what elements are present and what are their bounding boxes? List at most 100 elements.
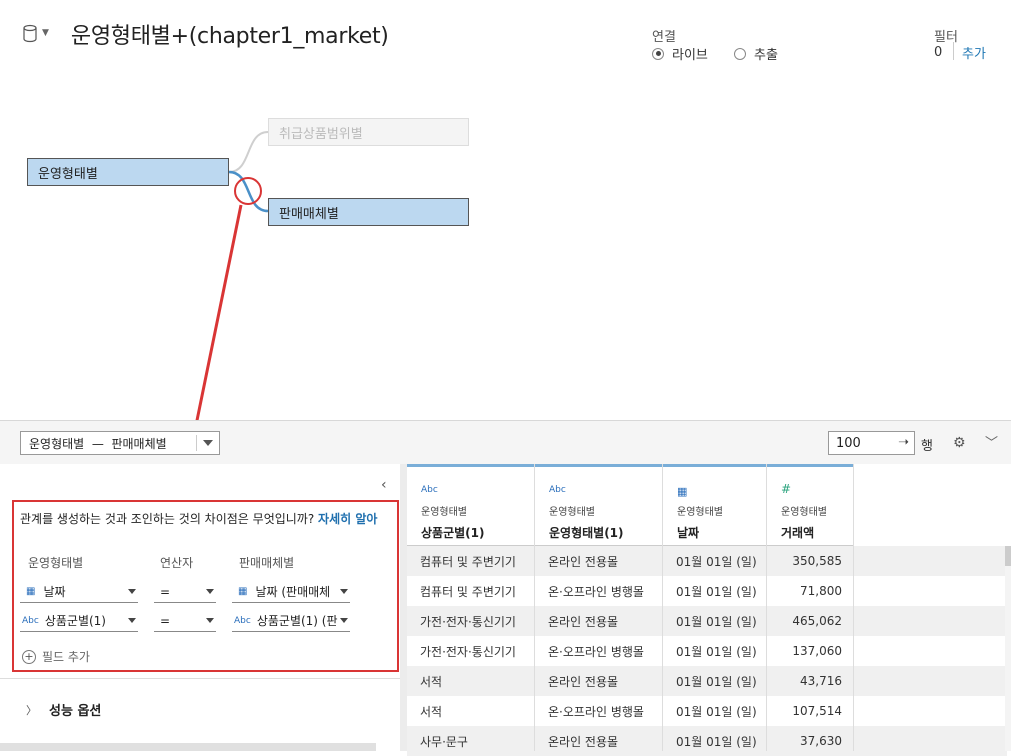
- table-cell: 온라인 전용몰: [548, 734, 619, 749]
- join-question: 관계를 생성하는 것과 조인하는 것의 차이점은 무엇입니까?: [20, 512, 315, 526]
- rows-input[interactable]: 100 ➝: [828, 431, 915, 455]
- column-source: 운영형태별: [781, 507, 827, 518]
- rows-label: 행: [921, 439, 933, 454]
- vertical-scrollbar[interactable]: [1005, 546, 1011, 751]
- abc-type-icon: Abc: [234, 615, 251, 626]
- table-cell: 01월 01일 (일): [676, 584, 757, 599]
- table-cell: 사무·문구: [420, 734, 468, 749]
- table-cell: 컴퓨터 및 주변기기: [420, 554, 516, 569]
- table-cell: 01월 01일 (일): [676, 674, 757, 689]
- table-main[interactable]: 운영형태별: [27, 158, 229, 186]
- table-cell: 01월 01일 (일): [676, 614, 757, 629]
- right-field-select[interactable]: Abc 상품군별(1) (판: [232, 610, 350, 632]
- abc-type-icon: Abc: [421, 485, 438, 495]
- table-cell: 온라인 전용몰: [548, 674, 619, 689]
- table-cell: 서적: [420, 674, 443, 689]
- operator-select[interactable]: =: [154, 581, 216, 603]
- grid-column-1[interactable]: Abc 운영형태별 운영형태별(1) 온라인 전용몰 온·오프라인 병행몰 온라인 …: [535, 464, 663, 751]
- column-name: 운영형태별(1): [549, 526, 624, 540]
- column-header[interactable]: ▦ 운영형태별 날짜: [663, 464, 766, 546]
- right-field-select[interactable]: ▦ 날짜 (판매매체: [232, 581, 350, 603]
- dropdown-icon: [340, 618, 348, 623]
- table-cell: 온·오프라인 병행몰: [548, 584, 644, 599]
- table-cell: 107,514: [792, 704, 842, 718]
- add-field-button[interactable]: + 필드 추가: [22, 648, 90, 665]
- add-field-label: 필드 추가: [42, 650, 90, 664]
- table-cell: 가전·전자·통신기기: [420, 614, 516, 629]
- table-cell: 37,630: [800, 734, 842, 748]
- operator-select[interactable]: =: [154, 610, 216, 632]
- calendar-icon: ▦: [26, 586, 36, 597]
- right-field-value: 상품군별(1) (판: [256, 614, 338, 628]
- dropdown-icon: [128, 589, 136, 594]
- table-cell: 서적: [420, 704, 443, 719]
- left-table-header: 운영형태별: [28, 556, 84, 570]
- column-name: 상품군별(1): [421, 526, 485, 540]
- column-header[interactable]: # 운영형태별 거래액: [767, 464, 853, 546]
- chevron-right-icon: 〉: [26, 703, 37, 717]
- plus-circle-icon: +: [22, 649, 36, 664]
- operator-header: 연산자: [160, 556, 194, 570]
- dropdown-icon: [203, 440, 213, 446]
- left-field-select[interactable]: Abc 상품군별(1): [20, 610, 138, 632]
- right-field-value: 날짜 (판매매체: [255, 585, 331, 599]
- ghost-connector: [228, 131, 269, 173]
- panel-splitter[interactable]: [400, 464, 407, 751]
- grid-column-3[interactable]: # 운영형태별 거래액 350,585 71,800 465,062 137,060 4…: [767, 464, 854, 751]
- learn-more-link[interactable]: 자세히 알아: [318, 512, 377, 526]
- join-help-text: 관계를 생성하는 것과 조인하는 것의 차이점은 무엇입니까? 자세히 알아: [20, 510, 377, 527]
- column-header[interactable]: Abc 운영형태별 상품군별(1): [407, 464, 534, 546]
- table-cell: 가전·전자·통신기기: [420, 644, 516, 659]
- performance-options-toggle[interactable]: 〉 성능 옵션: [26, 700, 102, 720]
- operator-value: =: [160, 584, 171, 599]
- table-ghost[interactable]: 취급상품범위별: [268, 118, 469, 146]
- dropdown-icon: [206, 589, 214, 594]
- table-cell: 온·오프라인 병행몰: [548, 644, 644, 659]
- rows-input-value: 100: [836, 435, 861, 451]
- column-source: 운영형태별: [677, 507, 723, 518]
- table-cell: 01월 01일 (일): [676, 554, 757, 569]
- column-name: 날짜: [677, 526, 700, 540]
- grid-column-0[interactable]: Abc 운영형태별 상품군별(1) 컴퓨터 및 주변기기 컴퓨터 및 주변기기 가전…: [407, 464, 535, 751]
- dropdown-icon: [206, 618, 214, 623]
- table-cell: 350,585: [792, 554, 842, 568]
- calendar-icon: ▦: [677, 485, 688, 498]
- table-cell: 43,716: [800, 674, 842, 688]
- join-clauses-box: 관계를 생성하는 것과 조인하는 것의 차이점은 무엇입니까? 자세히 알아 운…: [12, 500, 399, 672]
- right-table-header: 판매매체별: [239, 556, 295, 570]
- chevron-down-icon[interactable]: ﹀: [985, 432, 998, 451]
- horizontal-scrollbar[interactable]: [0, 743, 376, 751]
- scrollbar-thumb[interactable]: [1005, 546, 1011, 566]
- abc-type-icon: Abc: [549, 485, 566, 495]
- left-field-value: 상품군별(1): [44, 614, 106, 628]
- left-field-select[interactable]: ▦ 날짜: [20, 581, 138, 603]
- gear-icon[interactable]: ⚙: [953, 435, 966, 451]
- select-separator: [196, 435, 197, 451]
- table-cell: 71,800: [800, 584, 842, 598]
- grid-column-2[interactable]: ▦ 운영형태별 날짜 01월 01일 (일) 01월 01일 (일) 01월 01일…: [663, 464, 767, 751]
- dropdown-icon: [340, 589, 348, 594]
- performance-options-label: 성능 옵션: [49, 704, 102, 719]
- table-cell: 온라인 전용몰: [548, 554, 619, 569]
- column-source: 운영형태별: [549, 507, 595, 518]
- table-cell: 01월 01일 (일): [676, 734, 757, 749]
- table-cell: 01월 01일 (일): [676, 644, 757, 659]
- relationship-select[interactable]: 운영형태별 — 판매매체별: [20, 431, 220, 455]
- arrow-right-icon[interactable]: ➝: [898, 435, 909, 450]
- table-cell: 465,062: [792, 614, 842, 628]
- table-cell: 온라인 전용몰: [548, 614, 619, 629]
- table-cell: 01월 01일 (일): [676, 704, 757, 719]
- table-cell: 컴퓨터 및 주변기기: [420, 584, 516, 599]
- column-header[interactable]: Abc 운영형태별 운영형태별(1): [535, 464, 662, 546]
- collapse-panel-icon[interactable]: ‹: [381, 477, 387, 493]
- panel-divider: [0, 678, 405, 679]
- table-cell: 137,060: [792, 644, 842, 658]
- table-selected[interactable]: 판매매체별: [268, 198, 469, 226]
- number-type-icon: #: [781, 482, 792, 496]
- left-field-value: 날짜: [43, 585, 66, 599]
- column-source: 운영형태별: [421, 507, 467, 518]
- abc-type-icon: Abc: [22, 615, 39, 626]
- data-grid: Abc 운영형태별 상품군별(1) 컴퓨터 및 주변기기 컴퓨터 및 주변기기 가전…: [407, 464, 1011, 756]
- relationship-select-value: 운영형태별 — 판매매체별: [29, 436, 167, 451]
- table-cell: 온·오프라인 병행몰: [548, 704, 644, 719]
